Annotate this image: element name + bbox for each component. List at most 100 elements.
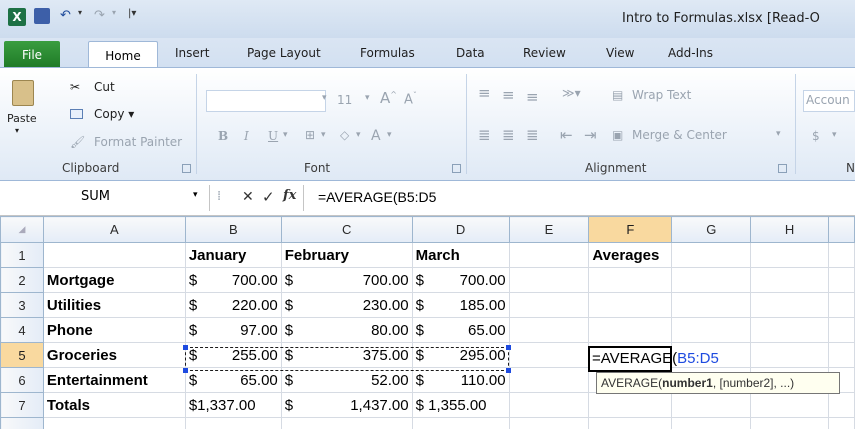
italic-button[interactable]: I xyxy=(244,129,249,143)
excel-app-icon[interactable]: X xyxy=(8,8,26,26)
cell[interactable]: $700.00 xyxy=(280,267,413,293)
row-header[interactable]: 3 xyxy=(0,292,44,318)
number-format-value[interactable]: Accoun xyxy=(806,93,850,107)
cell[interactable]: $295.00 xyxy=(411,342,510,368)
row-header[interactable]: 7 xyxy=(0,392,44,418)
row-header[interactable]: 2 xyxy=(0,267,44,293)
cell[interactable]: $97.00 xyxy=(184,317,282,343)
cell[interactable] xyxy=(671,292,752,318)
merge-center-button[interactable]: Merge & Center xyxy=(632,128,727,142)
row-header[interactable]: 4 xyxy=(0,317,44,343)
cell[interactable] xyxy=(508,367,590,393)
column-header-selected[interactable]: F xyxy=(588,216,673,243)
cell[interactable] xyxy=(280,417,413,429)
tab-home[interactable]: Home xyxy=(88,41,158,69)
redo-icon[interactable]: ↷ xyxy=(94,8,105,23)
cell[interactable] xyxy=(588,317,673,343)
cell[interactable]: $700.00 xyxy=(411,267,510,293)
cell[interactable]: Entertainment xyxy=(42,367,186,393)
cell[interactable] xyxy=(671,417,752,429)
cell[interactable] xyxy=(828,392,855,418)
tab-insert[interactable]: Insert xyxy=(175,46,209,60)
cell[interactable] xyxy=(508,317,590,343)
clipboard-launcher-icon[interactable] xyxy=(182,164,191,173)
tab-page-layout[interactable]: Page Layout xyxy=(247,46,321,60)
wrap-text-button[interactable]: Wrap Text xyxy=(632,88,691,102)
cell[interactable]: Totals xyxy=(42,392,186,418)
cell[interactable] xyxy=(750,317,829,343)
cell[interactable]: Phone xyxy=(42,317,186,343)
cell[interactable] xyxy=(588,267,673,293)
font-color-icon[interactable]: A xyxy=(371,128,381,144)
cell[interactable]: $52.00 xyxy=(280,367,413,393)
row-header[interactable] xyxy=(0,417,44,429)
paste-button[interactable]: Paste xyxy=(7,112,37,125)
cell[interactable]: $700.00 xyxy=(184,267,282,293)
alignment-launcher-icon[interactable] xyxy=(778,164,787,173)
cell[interactable]: February xyxy=(280,242,413,268)
confirm-entry-icon[interactable]: ✓ xyxy=(262,188,275,206)
font-size-value[interactable]: 11 xyxy=(337,93,352,107)
underline-button[interactable]: U xyxy=(268,129,278,143)
cell[interactable]: Averages xyxy=(588,242,673,268)
column-header[interactable]: H xyxy=(750,216,829,243)
font-color-dropdown-icon[interactable]: ▾ xyxy=(387,130,392,140)
font-name-dropdown-icon[interactable]: ▾ xyxy=(322,93,327,103)
cell[interactable] xyxy=(828,317,855,343)
paste-dropdown-icon[interactable]: ▾ xyxy=(15,126,19,135)
align-left-icon[interactable]: ≣ xyxy=(478,126,491,144)
select-all-corner[interactable]: ◢ xyxy=(0,216,44,243)
align-middle-icon[interactable]: ≡ xyxy=(502,86,515,104)
cell[interactable] xyxy=(671,317,752,343)
cell[interactable] xyxy=(750,392,829,418)
column-header[interactable]: A xyxy=(42,216,186,243)
paste-icon[interactable] xyxy=(12,80,34,106)
font-launcher-icon[interactable] xyxy=(452,164,461,173)
cell[interactable]: January xyxy=(184,242,282,268)
active-cell-f5[interactable]: =AVERAGE(B5:D5 xyxy=(588,346,719,372)
cell[interactable] xyxy=(828,242,855,268)
cell[interactable]: $80.00 xyxy=(280,317,413,343)
format-painter-button[interactable]: Format Painter xyxy=(94,135,182,149)
align-top-icon[interactable]: ≡ xyxy=(478,84,491,102)
cell[interactable] xyxy=(828,417,855,429)
undo-dropdown-icon[interactable]: ▾ xyxy=(78,8,82,17)
cell[interactable] xyxy=(184,417,282,429)
cell[interactable] xyxy=(508,342,590,368)
column-header[interactable]: C xyxy=(280,216,413,243)
tab-data[interactable]: Data xyxy=(456,46,485,60)
cell[interactable] xyxy=(671,267,752,293)
row-header[interactable]: 1 xyxy=(0,242,44,268)
tab-file[interactable]: File xyxy=(4,41,60,68)
column-header[interactable]: G xyxy=(671,216,752,243)
tab-formulas[interactable]: Formulas xyxy=(360,46,415,60)
cell[interactable]: Groceries xyxy=(42,342,186,368)
align-bottom-icon[interactable]: ≡ xyxy=(526,88,539,106)
grow-font-icon[interactable]: A^ xyxy=(380,89,397,107)
cell[interactable] xyxy=(750,417,829,429)
cell[interactable] xyxy=(671,392,752,418)
cell[interactable] xyxy=(508,417,590,429)
cell[interactable] xyxy=(750,242,829,268)
cell[interactable]: $255.00 xyxy=(184,342,282,368)
cell[interactable]: Mortgage xyxy=(42,267,186,293)
column-header[interactable]: D xyxy=(411,216,510,243)
tooltip-function[interactable]: AVERAGE( xyxy=(601,376,662,390)
cell[interactable] xyxy=(750,342,829,368)
cell[interactable]: $220.00 xyxy=(184,292,282,318)
cancel-entry-icon[interactable]: ✕ xyxy=(242,189,254,205)
increase-indent-icon[interactable]: ⇥ xyxy=(584,126,597,144)
cell[interactable] xyxy=(508,292,590,318)
tooltip-arg-current[interactable]: number1 xyxy=(662,376,713,390)
cell[interactable]: $110.00 xyxy=(411,367,510,393)
cut-button[interactable]: Cut xyxy=(94,80,115,94)
cell[interactable] xyxy=(750,292,829,318)
save-icon[interactable] xyxy=(34,8,50,24)
borders-dropdown-icon[interactable]: ▾ xyxy=(321,130,326,140)
borders-icon[interactable]: ⊞ xyxy=(305,128,315,142)
cell[interactable] xyxy=(508,242,590,268)
decrease-indent-icon[interactable]: ⇤ xyxy=(560,126,573,144)
column-header[interactable] xyxy=(828,216,855,243)
name-box[interactable]: SUM xyxy=(81,189,110,204)
fill-color-icon[interactable]: ◇ xyxy=(340,128,349,142)
